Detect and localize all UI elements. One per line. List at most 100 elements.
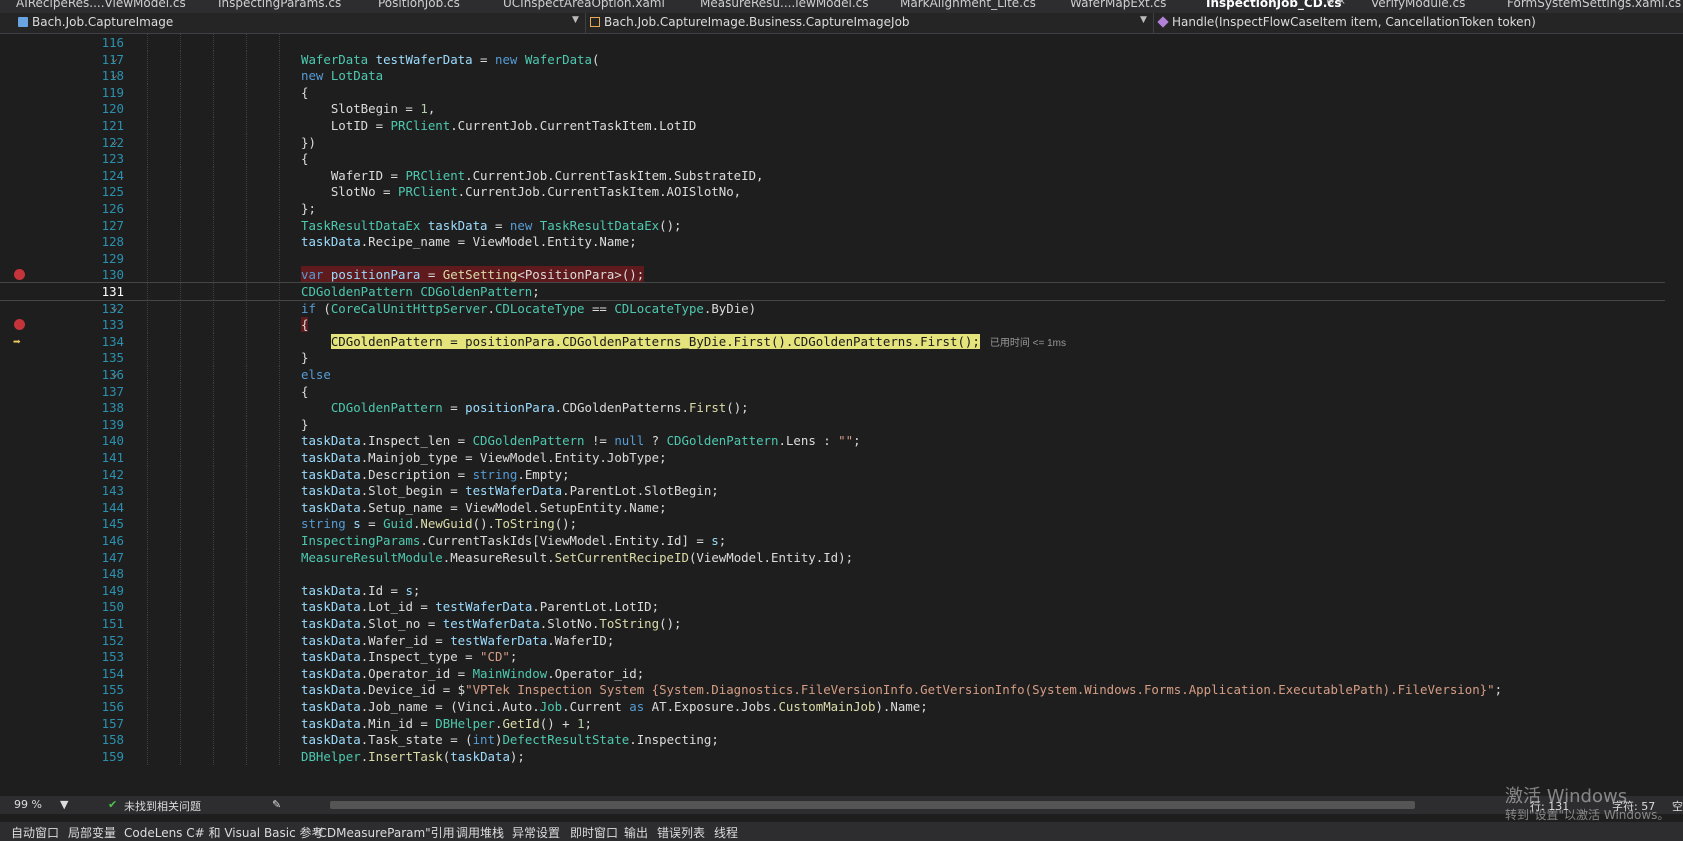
code-text[interactable]: taskData.Inspect_type = "CD"; — [301, 648, 517, 665]
code-text[interactable]: taskData.Id = s; — [301, 582, 420, 599]
code-line[interactable]: 124 WaferID = PRClient.CurrentJob.Curren… — [0, 166, 1683, 184]
code-text[interactable]: taskData.Recipe_name = ViewModel.Entity.… — [301, 233, 637, 250]
tab-verifymodule[interactable]: VerifyModule.cs — [1371, 0, 1465, 10]
fold-toggle-icon[interactable]: ⌵ — [106, 134, 123, 151]
tab-ucinspectareaoption[interactable]: UCInspectAreaOption.xaml — [503, 0, 665, 10]
code-line[interactable]: 126}; — [0, 200, 1683, 217]
code-text[interactable]: taskData.Slot_begin = testWaferData.Pare… — [301, 482, 719, 499]
code-line[interactable]: 117 ⌵ WaferData testWaferData = new WaferD… — [0, 50, 1683, 68]
code-line[interactable]: 129 — [0, 249, 1683, 267]
breakpoint-icon[interactable] — [14, 319, 25, 331]
tab-output[interactable]: 输出 — [624, 824, 648, 841]
code-text[interactable]: DBHelper.InsertTask(taskData); — [301, 748, 525, 765]
code-line[interactable]: 158 taskData.Task_state = (int)DefectResu… — [0, 731, 1683, 749]
code-text[interactable]: InspectingParams.CurrentTaskIds[ViewMode… — [301, 532, 726, 549]
code-text[interactable]: { — [301, 383, 308, 400]
code-line[interactable]: 151 taskData.Slot_no = testWaferData.Slot… — [0, 615, 1683, 632]
code-line[interactable]: 123 { — [0, 150, 1683, 168]
code-text[interactable]: taskData.Description = string.Empty; — [301, 466, 570, 483]
code-text[interactable]: TaskResultDataEx taskData = new TaskResu… — [301, 217, 682, 234]
code-line[interactable]: 122 ⌵}) — [0, 133, 1683, 151]
code-text[interactable]: { — [301, 150, 308, 167]
code-text[interactable]: } — [301, 349, 308, 366]
code-text[interactable]: SlotNo = PRClient.CurrentJob.CurrentTask… — [301, 183, 741, 200]
code-line[interactable]: 120 SlotBegin = 1, — [0, 100, 1683, 118]
code-line[interactable]: 128 taskData.Recipe_name = ViewModel.Enti… — [0, 233, 1683, 251]
code-line[interactable]: 154 taskData.Operator_id = MainWindow.Ope… — [0, 664, 1683, 682]
code-text[interactable]: taskData.Slot_no = testWaferData.SlotNo.… — [301, 615, 682, 632]
code-text[interactable]: taskData.Task_state = (int)DefectResultS… — [301, 731, 719, 748]
code-line[interactable]: 152 taskData.Wafer_id = testWaferData.Waf… — [0, 631, 1683, 649]
tab-wafermapext[interactable]: WaferMapExt.cs — [1070, 0, 1166, 10]
code-line[interactable]: 130 var positionPara = GetSetting<Positio… — [0, 266, 1683, 284]
tab-cdmeasureparam-references[interactable]: "CDMeasureParam"引用 — [313, 824, 455, 841]
code-editor[interactable]: 116 117 ⌵ WaferData testWaferData = new Waf… — [0, 34, 1683, 796]
code-line[interactable]: 136 ⌵ else — [0, 366, 1683, 383]
code-line[interactable]: 137 { — [0, 382, 1683, 400]
code-text[interactable]: else — [301, 366, 331, 383]
tab-immediate-window[interactable]: 即时窗口 — [570, 824, 618, 841]
code-line[interactable]: 125 SlotNo = PRClient.CurrentJob.Current… — [0, 183, 1683, 201]
code-line[interactable]: 150 taskData.Lot_id = testWaferData.Paren… — [0, 598, 1683, 616]
code-text[interactable]: }; — [301, 200, 316, 217]
code-line[interactable]: 118 ⌵ new LotData — [0, 67, 1683, 85]
code-line[interactable]: 116 — [0, 34, 1683, 51]
code-text[interactable]: new LotData — [301, 67, 383, 84]
tab-exception-settings[interactable]: 异常设置 — [512, 824, 560, 841]
code-text[interactable]: taskData.Mainjob_type = ViewModel.Entity… — [301, 449, 667, 466]
tab-threads[interactable]: 线程 — [714, 824, 738, 841]
code-line[interactable]: 156 taskData.Job_name = (Vinci.Auto.Job.C… — [0, 698, 1683, 715]
breakpoint-icon[interactable] — [14, 269, 25, 281]
code-line[interactable]: 142 taskData.Description = string.Empty; — [0, 465, 1683, 483]
code-text[interactable]: CDGoldenPattern = positionPara.CDGoldenP… — [301, 399, 749, 416]
chevron-down-icon[interactable]: ▼ — [572, 15, 579, 25]
tab-locals[interactable]: 局部变量 — [68, 824, 116, 841]
class-dropdown[interactable]: Bach.Job.CaptureImage.Business.CaptureIm… — [590, 15, 910, 29]
code-text[interactable]: taskData.Device_id = $"VPTek Inspection … — [301, 681, 1502, 698]
code-text[interactable]: MeasureResultModule.MeasureResult.SetCur… — [301, 549, 853, 566]
horizontal-scrollbar[interactable] — [330, 801, 1415, 809]
code-text[interactable]: taskData.Wafer_id = testWaferData.WaferI… — [301, 632, 614, 649]
code-text[interactable]: taskData.Min_id = DBHelper.GetId() + 1; — [301, 715, 592, 732]
code-text[interactable]: taskData.Job_name = (Vinci.Auto.Job.Curr… — [301, 698, 928, 715]
code-line[interactable]: 141 taskData.Mainjob_type = ViewModel.Ent… — [0, 449, 1683, 466]
brush-icon[interactable]: ✎ — [272, 798, 281, 811]
fold-toggle-icon[interactable]: ⌵ — [106, 300, 123, 317]
fold-toggle-icon[interactable]: ⌵ — [106, 51, 123, 68]
tab-error-list[interactable]: 错误列表 — [657, 824, 705, 841]
tab-measureresult[interactable]: MeasureResu....iewModel.cs — [700, 0, 869, 10]
execution-pointer-icon[interactable]: ➡ — [13, 334, 21, 351]
tab-codelens-references[interactable]: CodeLens C# 和 Visual Basic 参考 — [124, 824, 324, 841]
issues-status[interactable]: 未找到相关问题 — [124, 798, 201, 814]
code-text[interactable]: SlotBegin = 1, — [301, 100, 435, 117]
code-text[interactable]: WaferID = PRClient.CurrentJob.CurrentTas… — [301, 167, 764, 184]
fold-toggle-icon[interactable]: ⌵ — [106, 366, 123, 383]
code-text[interactable]: } — [301, 416, 308, 433]
code-line[interactable]: 147 MeasureResultModule.MeasureResult.Set… — [0, 548, 1683, 566]
member-dropdown[interactable]: Handle(InspectFlowCaseItem item, Cancell… — [1157, 15, 1536, 29]
code-line[interactable]: 145 string s = Guid.NewGuid().ToString(); — [0, 515, 1683, 533]
tab-inspectingparams[interactable]: InspectingParams.cs — [218, 0, 341, 10]
code-line[interactable]: 138 CDGoldenPattern = positionPara.CDGol… — [0, 399, 1683, 417]
code-text[interactable]: taskData.Operator_id = MainWindow.Operat… — [301, 665, 644, 682]
tab-autos[interactable]: 自动窗口 — [11, 824, 59, 841]
code-text[interactable]: var positionPara = GetSetting<PositionPa… — [301, 266, 645, 284]
code-line[interactable]: 133 { — [0, 316, 1683, 334]
code-text[interactable]: { — [301, 84, 308, 101]
code-line[interactable]: 155 taskData.Device_id = $"VPTek Inspecti… — [0, 681, 1683, 699]
code-text[interactable]: WaferData testWaferData = new WaferData( — [301, 51, 599, 68]
code-line[interactable]: 119 { — [0, 83, 1683, 101]
code-text[interactable]: { — [301, 316, 309, 333]
chevron-down-icon[interactable]: ▼ — [60, 798, 68, 811]
code-text[interactable]: taskData.Setup_name = ViewModel.SetupEnt… — [301, 499, 667, 516]
pin-icon[interactable]: ⊕ × — [1326, 0, 1346, 7]
code-line[interactable]: 131 CDGoldenPattern CDGoldenPattern; — [0, 282, 1683, 301]
code-line[interactable]: 127 TaskResultDataEx taskData = new TaskR… — [0, 216, 1683, 234]
fold-toggle-icon[interactable]: ⌵ — [106, 67, 123, 84]
code-line[interactable]: 159 DBHelper.InsertTask(taskData); — [0, 747, 1683, 765]
tab-markalignment[interactable]: MarkAlignment_Lite.cs — [900, 0, 1036, 10]
tab-positionjob[interactable]: PositionJob.cs — [378, 0, 460, 10]
code-text[interactable]: }) — [301, 134, 316, 151]
tab-airecipe[interactable]: AIRecipeRes....ViewModel.cs — [16, 0, 186, 10]
code-line[interactable]: 144 taskData.Setup_name = ViewModel.Setup… — [0, 498, 1683, 516]
